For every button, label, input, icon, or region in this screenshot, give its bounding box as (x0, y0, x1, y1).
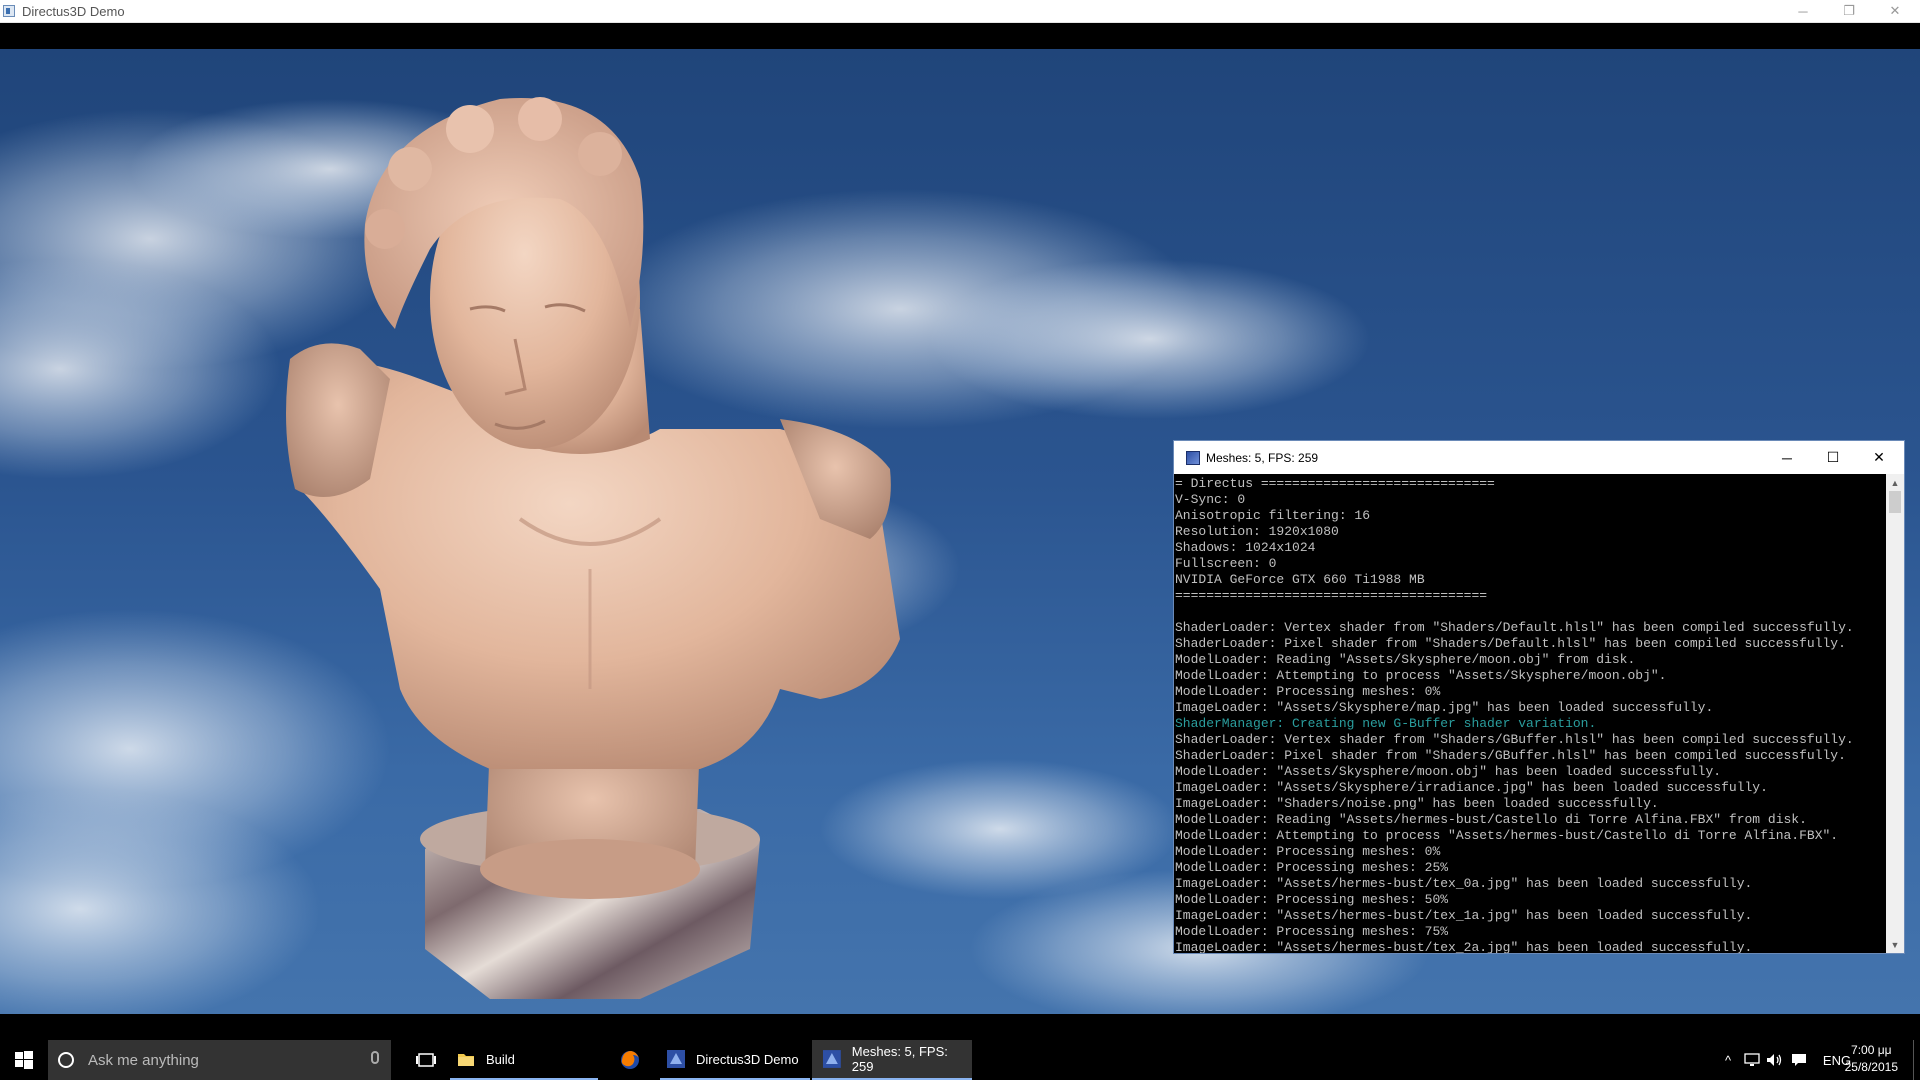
scroll-thumb[interactable] (1889, 491, 1901, 513)
console-line: ImageLoader: "Assets/Skysphere/irradianc… (1175, 780, 1768, 795)
show-desktop-button[interactable] (1913, 1040, 1920, 1080)
console-line: ShaderLoader: Pixel shader from "Shaders… (1175, 748, 1846, 763)
console-title-bar[interactable]: Meshes: 5, FPS: 259 ─ ☐ ✕ (1174, 441, 1904, 474)
minimize-button[interactable]: ─ (1780, 0, 1826, 22)
console-line: ShaderManager: Creating new G-Buffer sha… (1175, 716, 1597, 731)
search-box[interactable]: Ask me anything (48, 1040, 391, 1080)
console-maximize-button[interactable]: ☐ (1810, 441, 1856, 474)
console-line: ModelLoader: Processing meshes: 0% (1175, 844, 1441, 859)
speaker-icon (1767, 1054, 1782, 1066)
cortana-icon (58, 1052, 74, 1068)
console-line: ModelLoader: Attempting to process "Asse… (1175, 668, 1667, 683)
minimize-icon: ─ (1782, 449, 1792, 466)
restore-button[interactable]: ❐ (1826, 0, 1872, 22)
console-line: ModelLoader: Reading "Assets/hermes-bust… (1175, 812, 1807, 827)
clock-date: 25/8/2015 (1844, 1060, 1898, 1074)
close-icon: ✕ (1889, 3, 1901, 18)
folder-icon (458, 1054, 474, 1066)
console-line: ImageLoader: "Assets/hermes-bust/tex_1a.… (1175, 908, 1753, 923)
console-minimize-button[interactable]: ─ (1764, 441, 1810, 474)
app-icon (3, 5, 15, 17)
window-title: Directus3D Demo (22, 4, 125, 19)
scroll-down-icon: ▼ (1890, 939, 1900, 950)
directus-icon (822, 1050, 841, 1068)
taskbar-app-label: Meshes: 5, FPS: 259 (851, 1044, 948, 1074)
directus-icon (667, 1050, 685, 1068)
top-strip (0, 23, 1920, 49)
console-line: Fullscreen: 0 (1175, 556, 1277, 571)
taskbar-app-console[interactable]: Meshes: 5, FPS: 259 (812, 1040, 972, 1080)
firefox-icon (621, 1051, 639, 1069)
console-scrollbar[interactable]: ▲ ▼ (1886, 474, 1904, 953)
console-line: = Directus =============================… (1175, 476, 1495, 491)
console-line: ModelLoader: Processing meshes: 0% (1175, 684, 1441, 699)
tray-volume[interactable] (1764, 1040, 1786, 1080)
console-line: ModelLoader: "Assets/Skysphere/moon.obj"… (1175, 764, 1722, 779)
taskbar-app-build[interactable]: Build (450, 1040, 598, 1080)
console-line: V-Sync: 0 (1175, 492, 1246, 507)
directus-icon (1186, 451, 1200, 465)
scroll-up-arrow[interactable]: ▲ (1886, 474, 1904, 491)
taskbar-app-label: Build (486, 1051, 515, 1067)
taskbar-app-directus3d-demo[interactable]: Directus3D Demo (660, 1040, 810, 1080)
action-center-icon (1792, 1054, 1806, 1066)
microphone-icon[interactable] (371, 1051, 379, 1064)
scroll-down-arrow[interactable]: ▼ (1886, 936, 1904, 953)
console-window[interactable]: Meshes: 5, FPS: 259 ─ ☐ ✕ = Directus ===… (1173, 440, 1905, 954)
console-title: Meshes: 5, FPS: 259 (1206, 451, 1319, 465)
console-line: ImageLoader: "Assets/Skysphere/map.jpg" … (1175, 700, 1714, 715)
main-title-bar: Directus3D Demo ─ ❐ ✕ (0, 0, 1920, 23)
console-line: ======================================== (1175, 588, 1488, 603)
console-line: Shadows: 1024x1024 (1175, 540, 1316, 555)
network-icon (1744, 1053, 1760, 1066)
console-line: ImageLoader: "Assets/hermes-bust/tex_0a.… (1175, 876, 1753, 891)
console-line: ImageLoader: "Shaders/noise.png" has bee… (1175, 796, 1659, 811)
clock[interactable]: 7:00 μμ 25/8/2015 (1845, 1042, 1898, 1076)
console-line: ModelLoader: Attempting to process "Asse… (1175, 828, 1839, 843)
minimize-icon: ─ (1798, 3, 1808, 19)
taskbar: Ask me anything Build Directus3D Demo Me… (0, 1014, 1920, 1080)
close-button[interactable]: ✕ (1872, 0, 1918, 22)
search-placeholder: Ask me anything (88, 1051, 199, 1069)
task-view-button[interactable] (402, 1040, 450, 1080)
console-line: ModelLoader: Processing meshes: 25% (1175, 860, 1449, 875)
console-line: ShaderLoader: Vertex shader from "Shader… (1175, 620, 1854, 635)
console-line: ModelLoader: Processing meshes: 50% (1175, 892, 1449, 907)
console-close-button[interactable]: ✕ (1856, 441, 1902, 474)
taskbar-app-firefox[interactable] (606, 1040, 654, 1080)
console-line: ModelLoader: Processing meshes: 75% (1175, 924, 1449, 939)
windows-icon (15, 1051, 33, 1069)
console-line: NVIDIA GeForce GTX 660 Ti1988 MB (1175, 572, 1425, 587)
restore-icon: ❐ (1843, 3, 1855, 18)
start-button[interactable] (0, 1040, 48, 1080)
tray-action-center[interactable] (1788, 1040, 1810, 1080)
console-line: ModelLoader: Reading "Assets/Skysphere/m… (1175, 652, 1636, 667)
scroll-up-icon: ▲ (1890, 477, 1900, 488)
console-line: ShaderLoader: Pixel shader from "Shaders… (1175, 636, 1846, 651)
chevron-up-icon: ^ (1724, 1052, 1732, 1068)
tray-network[interactable] (1742, 1040, 1762, 1080)
close-icon: ✕ (1873, 449, 1885, 465)
console-line: ShaderLoader: Vertex shader from "Shader… (1175, 732, 1854, 747)
taskbar-app-label: Directus3D Demo (696, 1051, 799, 1067)
clock-time: 7:00 μμ (1851, 1043, 1892, 1057)
console-line: ImageLoader: "Assets/hermes-bust/tex_2a.… (1175, 940, 1753, 953)
maximize-icon: ☐ (1826, 449, 1840, 465)
console-output: = Directus =============================… (1174, 474, 1886, 953)
console-line: Anisotropic filtering: 16 (1175, 508, 1371, 523)
tray-overflow-button[interactable]: ^ (1718, 1040, 1738, 1080)
task-view-icon (416, 1053, 436, 1067)
console-line: Resolution: 1920x1080 (1175, 524, 1339, 539)
